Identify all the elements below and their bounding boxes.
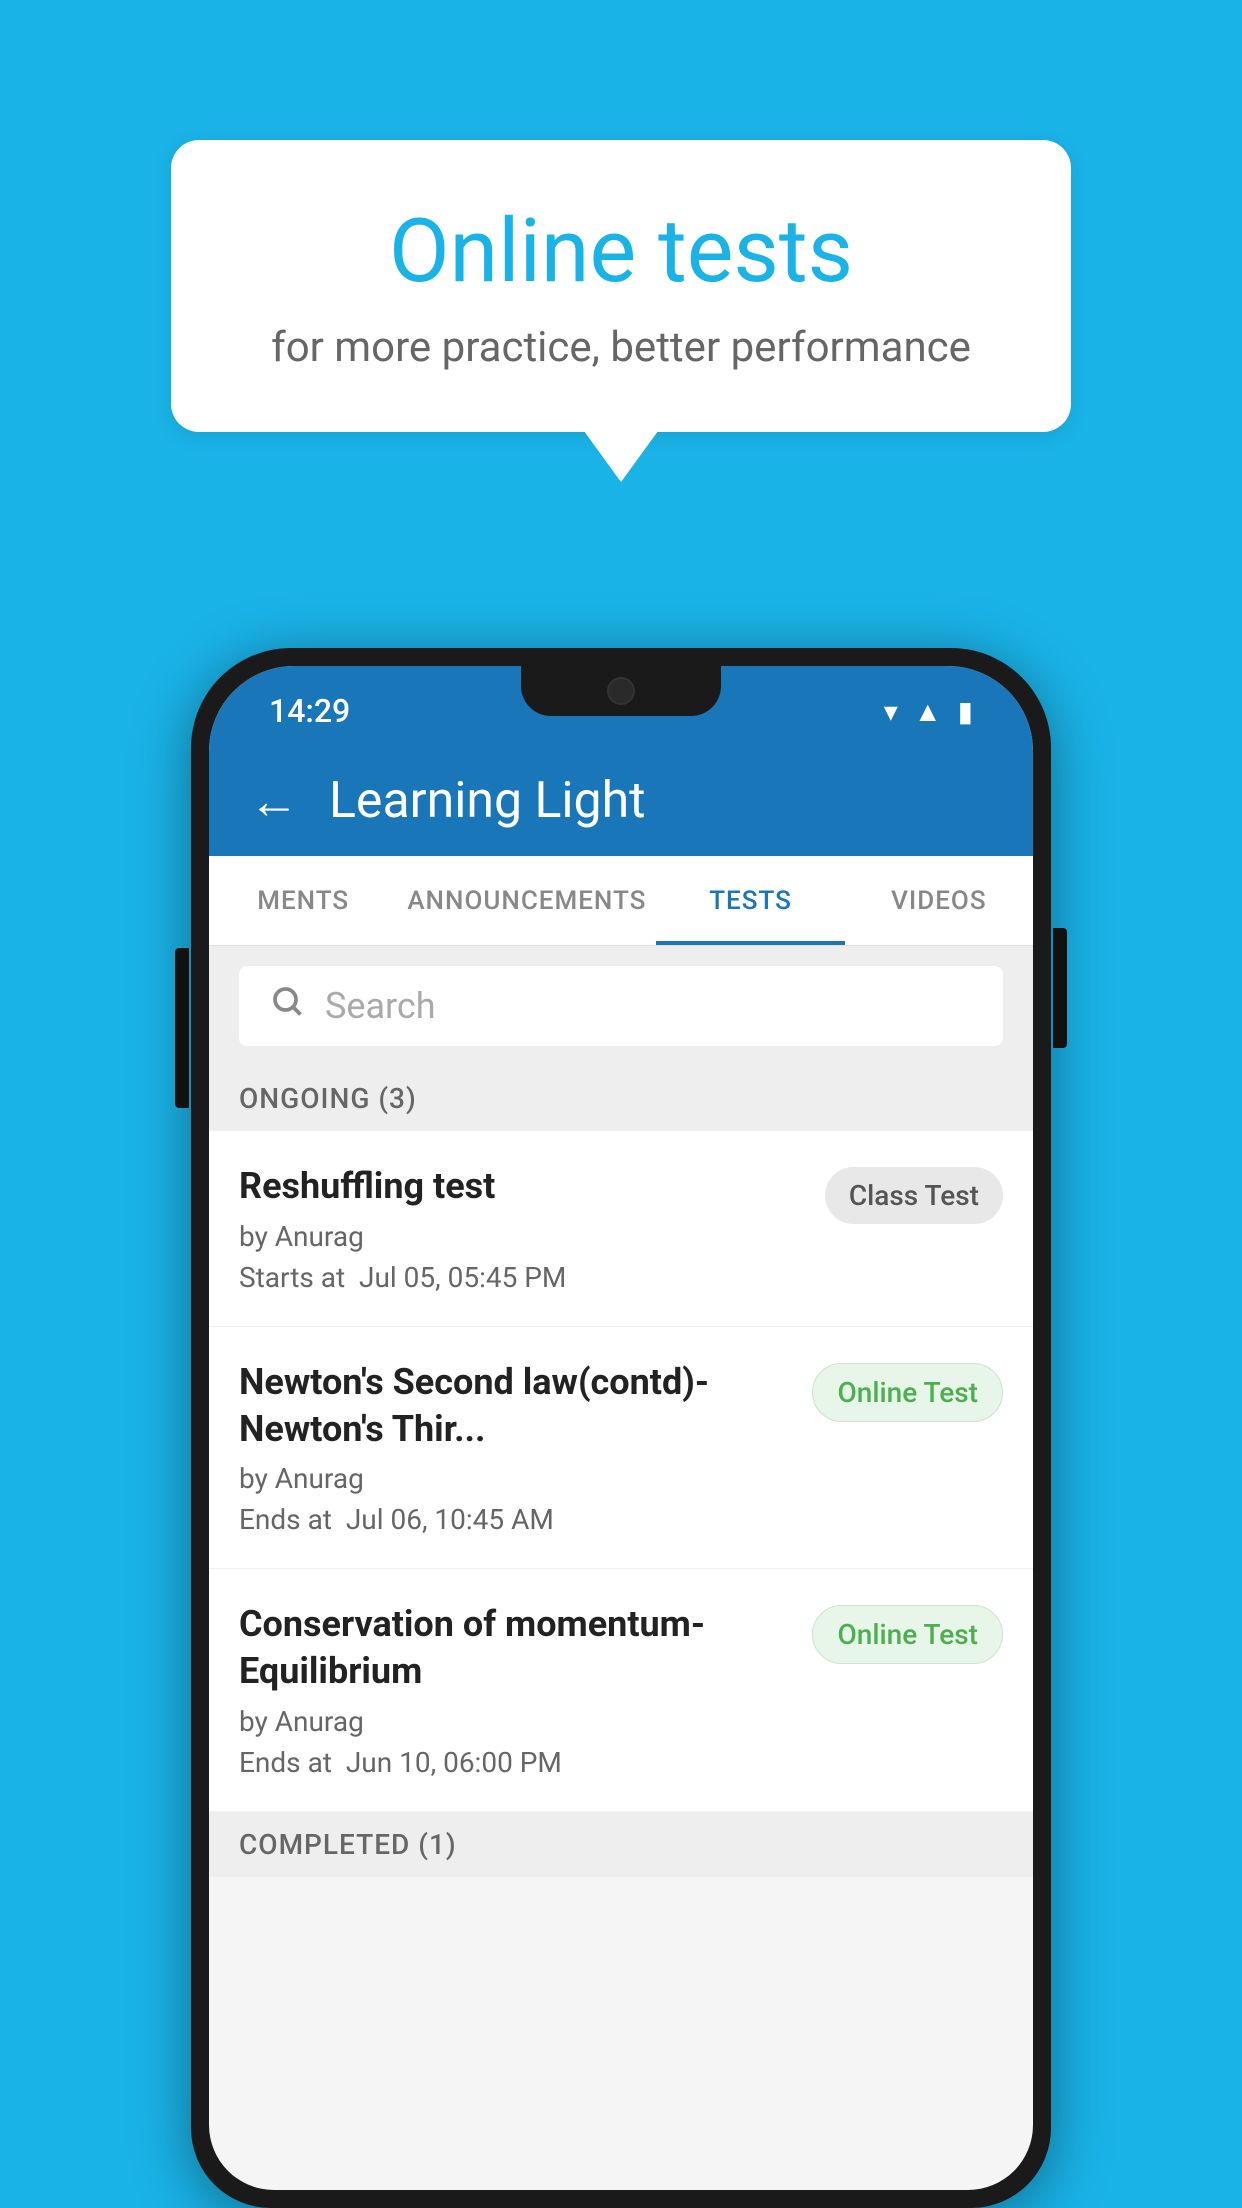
phone-outer-shell: 14:29 ▾ ▲ ▮ ← Learning Light MENTS ANNOU… — [191, 648, 1051, 2208]
status-time: 14:29 — [269, 692, 350, 730]
test-name-reshuffling: Reshuffling test — [239, 1163, 805, 1210]
search-icon — [269, 983, 305, 1029]
search-container: Search — [209, 946, 1033, 1066]
tab-videos[interactable]: VIDEOS — [845, 856, 1033, 945]
test-author-conservation: by Anurag — [239, 1705, 792, 1738]
tab-announcements[interactable]: ANNOUNCEMENTS — [397, 856, 656, 945]
signal-icon: ▲ — [914, 695, 942, 728]
test-item-conservation[interactable]: Conservation of momentum-Equilibrium by … — [209, 1569, 1033, 1812]
tab-tests[interactable]: TESTS — [656, 856, 844, 945]
search-box[interactable]: Search — [239, 966, 1003, 1046]
tabs-container: MENTS ANNOUNCEMENTS TESTS VIDEOS — [209, 856, 1033, 946]
test-badge-reshuffling: Class Test — [825, 1167, 1003, 1224]
test-author-reshuffling: by Anurag — [239, 1220, 805, 1253]
wifi-icon: ▾ — [884, 695, 898, 728]
phone-screen: 14:29 ▾ ▲ ▮ ← Learning Light MENTS ANNOU… — [209, 666, 1033, 2190]
speech-bubble-subtitle: for more practice, better performance — [251, 323, 991, 372]
test-time-newton: Ends at Jul 06, 10:45 AM — [239, 1503, 792, 1536]
test-badge-conservation: Online Test — [812, 1605, 1003, 1664]
test-name-newton: Newton's Second law(contd)-Newton's Thir… — [239, 1359, 792, 1453]
phone-notch — [521, 666, 721, 716]
battery-icon: ▮ — [958, 695, 973, 728]
speech-bubble-title: Online tests — [251, 200, 991, 303]
app-bar-title: Learning Light — [329, 772, 646, 830]
speech-bubble-container: Online tests for more practice, better p… — [171, 140, 1071, 432]
test-item-newton[interactable]: Newton's Second law(contd)-Newton's Thir… — [209, 1327, 1033, 1570]
test-name-conservation: Conservation of momentum-Equilibrium — [239, 1601, 792, 1695]
test-info-conservation: Conservation of momentum-Equilibrium by … — [239, 1601, 812, 1779]
test-item-reshuffling[interactable]: Reshuffling test by Anurag Starts at Jul… — [209, 1131, 1033, 1327]
status-icons: ▾ ▲ ▮ — [884, 695, 973, 728]
test-time-reshuffling: Starts at Jul 05, 05:45 PM — [239, 1261, 805, 1294]
test-info-newton: Newton's Second law(contd)-Newton's Thir… — [239, 1359, 812, 1537]
test-time-conservation: Ends at Jun 10, 06:00 PM — [239, 1746, 792, 1779]
phone-mockup: 14:29 ▾ ▲ ▮ ← Learning Light MENTS ANNOU… — [191, 648, 1051, 2208]
back-button[interactable]: ← — [249, 772, 299, 831]
test-info-reshuffling: Reshuffling test by Anurag Starts at Jul… — [239, 1163, 825, 1294]
app-bar: ← Learning Light — [209, 746, 1033, 856]
test-badge-newton: Online Test — [812, 1363, 1003, 1422]
test-author-newton: by Anurag — [239, 1462, 792, 1495]
ongoing-section-header: ONGOING (3) — [209, 1066, 1033, 1131]
search-placeholder: Search — [325, 985, 436, 1027]
speech-bubble: Online tests for more practice, better p… — [171, 140, 1071, 432]
completed-section-header: COMPLETED (1) — [209, 1812, 1033, 1877]
tests-list: Reshuffling test by Anurag Starts at Jul… — [209, 1131, 1033, 1812]
tab-ments[interactable]: MENTS — [209, 856, 397, 945]
front-camera — [607, 677, 635, 705]
